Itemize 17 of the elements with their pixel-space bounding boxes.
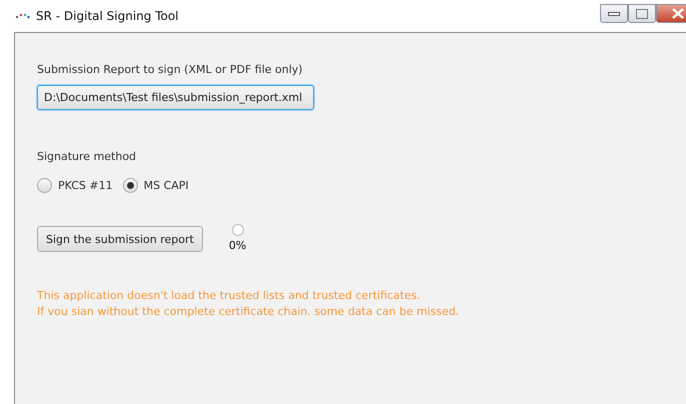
warning-text: This application doesn't load the trusted lists and trusted certificates.	[37, 289, 422, 302]
close-icon	[672, 8, 684, 19]
window-title: SR - Digital Signing Tool	[36, 9, 178, 23]
app-logo-icon	[16, 13, 30, 19]
file-path-field[interactable]: D:\Documents\Test files\submission_report.xml	[37, 85, 314, 110]
sign-button[interactable]: Sign the submission report	[37, 226, 203, 252]
file-label: Submission Report to sign (XML or PDF file only)	[37, 63, 303, 76]
maximize-button[interactable]	[628, 4, 656, 23]
radio-option[interactable]: PKCS #11	[37, 178, 113, 193]
warning-text: If vou sian without the complete certificate chain. some data can be missed.	[37, 305, 460, 318]
progress-reading: 0%	[228, 239, 246, 252]
minimize-button[interactable]	[600, 4, 628, 23]
progress-ring-icon	[230, 223, 245, 237]
maximize-icon	[636, 8, 648, 18]
minimize-icon	[608, 12, 620, 16]
radio-option[interactable]: MS CAPI	[122, 178, 189, 193]
signature-method-label: Signature method	[37, 150, 136, 163]
